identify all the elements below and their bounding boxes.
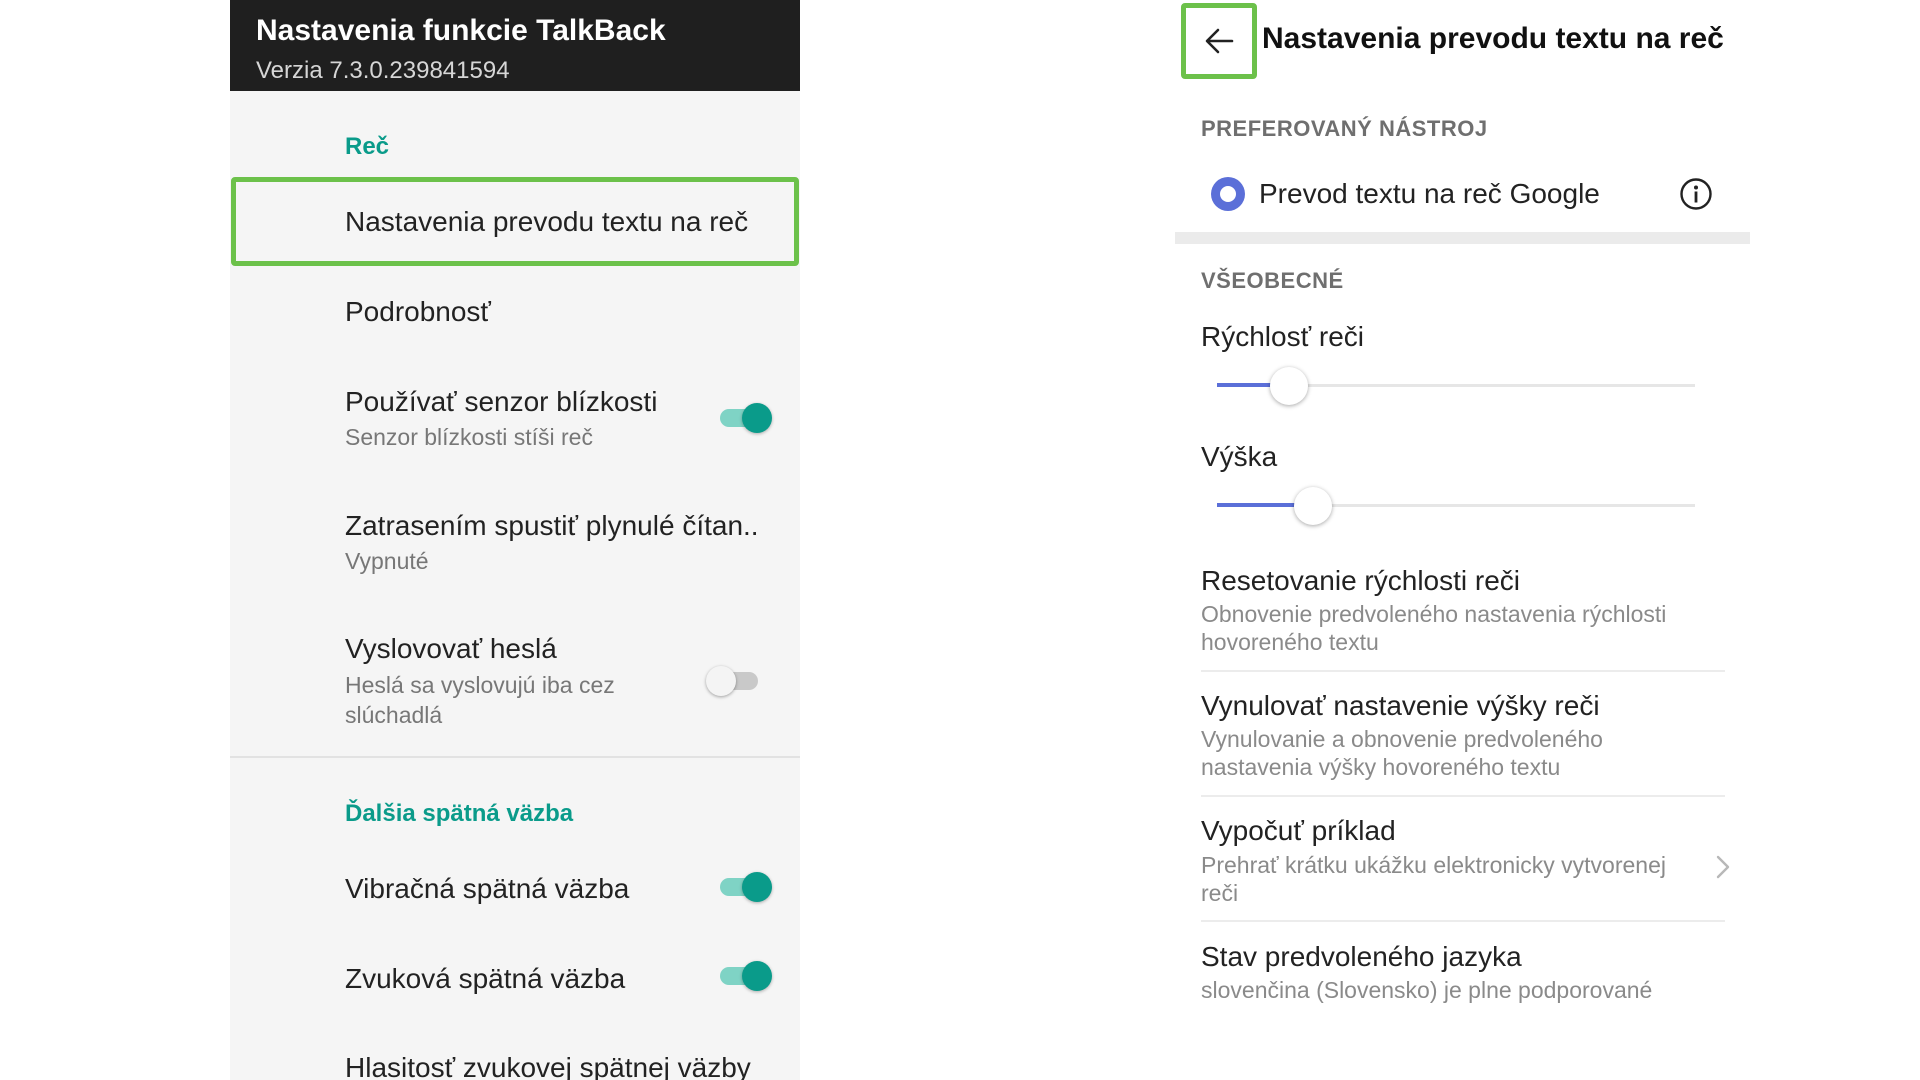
tts-settings-item-title[interactable]: Nastavenia prevodu textu na reč [345, 206, 748, 238]
app-version: Verzia 7.3.0.239841594 [256, 57, 510, 84]
speak-passwords-toggle[interactable] [706, 664, 762, 698]
list-divider [1201, 795, 1725, 797]
slider-thumb[interactable] [1269, 367, 1308, 405]
vibration-feedback-item-title[interactable]: Vibračná spätná väzba [345, 873, 629, 905]
reset-rate-item-title[interactable]: Resetovanie rýchlosti reči [1201, 565, 1520, 597]
general-header: VŠEOBECNÉ [1201, 268, 1344, 293]
chevron-right-icon[interactable] [1715, 854, 1731, 880]
reset-pitch-item-title[interactable]: Vynulovať nastavenie výšky reči [1201, 690, 1600, 722]
section-divider [230, 756, 800, 758]
toggle-thumb [742, 961, 772, 991]
shake-to-read-item-title[interactable]: Zatrasením spustiť plynulé čítan.. [345, 510, 759, 542]
engine-radio-selected[interactable] [1211, 177, 1245, 211]
reset-rate-item-summary: Obnovenie predvoleného nastavenia rýchlo… [1201, 601, 1667, 655]
language-status-item-title[interactable]: Stav predvoleného jazyka [1201, 941, 1522, 973]
section-separator [1175, 232, 1750, 244]
slider-thumb[interactable] [1293, 487, 1332, 525]
vibration-feedback-toggle[interactable] [718, 870, 772, 904]
language-status-item-summary: slovenčina (Slovensko) je plne podporova… [1201, 977, 1653, 1003]
speak-passwords-item-summary: Heslá sa vyslovujú iba cez slúchadlá [345, 672, 615, 728]
tts-settings-panel: Nastavenia prevodu textu na reč PREFEROV… [1175, 0, 1755, 1080]
verbosity-item-title[interactable]: Podrobnosť [345, 296, 491, 328]
pitch-label: Výška [1201, 441, 1278, 472]
listen-example-item-summary: Prehrať krátku ukážku elektronicky vytvo… [1201, 852, 1666, 906]
preferred-engine-header: PREFEROVANÝ NÁSTROJ [1201, 116, 1488, 141]
listen-example-item-title[interactable]: Vypočuť príklad [1201, 815, 1396, 847]
list-divider [1201, 670, 1725, 672]
section-header-feedback: Ďalšia spätná väzba [345, 800, 574, 827]
app-bar-title: Nastavenia funkcie TalkBack [256, 14, 666, 47]
speech-rate-label: Rýchlosť reči [1201, 321, 1364, 352]
proximity-sensor-toggle[interactable] [718, 401, 772, 435]
talkback-settings-panel: Nastavenia funkcie TalkBack Verzia 7.3.0… [230, 0, 800, 1080]
proximity-sensor-item-summary: Senzor blízkosti stíši reč [345, 424, 593, 450]
toggle-thumb [742, 403, 772, 433]
sound-feedback-toggle[interactable] [718, 959, 772, 993]
back-arrow-icon [1205, 28, 1234, 54]
list-divider [1201, 920, 1725, 922]
shake-to-read-item-summary: Vypnuté [345, 548, 429, 574]
section-header-speech: Reč [345, 133, 390, 160]
engine-label[interactable]: Prevod textu na reč Google [1259, 178, 1600, 210]
pitch-slider[interactable] [1217, 485, 1695, 525]
proximity-sensor-item-title[interactable]: Používať senzor blízkosti [345, 386, 657, 418]
speak-passwords-item-title[interactable]: Vyslovovať heslá [345, 633, 557, 665]
sound-feedback-item-title[interactable]: Zvuková spätná väzba [345, 963, 625, 995]
info-icon[interactable] [1679, 177, 1713, 211]
sound-feedback-volume-item-title[interactable]: Hlasitosť zvukovej spätnej väzby [345, 1052, 751, 1080]
back-button[interactable] [1181, 3, 1257, 79]
toggle-thumb [742, 872, 772, 902]
page-title: Nastavenia prevodu textu na reč [1262, 22, 1724, 55]
speech-rate-slider[interactable] [1217, 365, 1695, 405]
reset-pitch-item-summary: Vynulovanie a obnovenie predvoleného nas… [1201, 726, 1603, 780]
app-bar: Nastavenia funkcie TalkBack Verzia 7.3.0… [230, 0, 800, 91]
toggle-thumb [706, 666, 736, 696]
